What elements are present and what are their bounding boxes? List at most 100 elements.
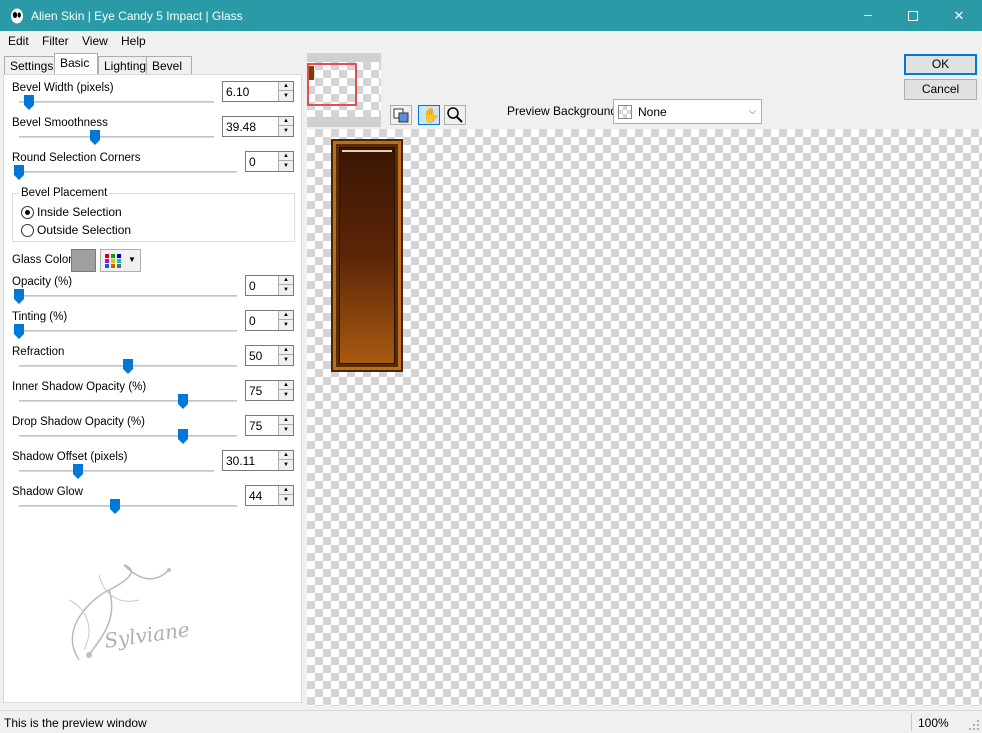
bevel-width-value[interactable]: 6.10 [226,85,249,99]
bevel-smoothness-label: Bevel Smoothness [12,117,108,129]
bevel-smoothness-spinbox[interactable]: 39.48 ▲ ▼ [222,116,294,137]
shadow-glow-track [19,505,237,507]
spin-down-icon[interactable]: ▼ [279,425,293,434]
opacity-slider-thumb[interactable] [14,289,24,304]
inner-shadow-opacity-value[interactable]: 75 [249,384,262,398]
color-picker-button[interactable]: ▼ [100,249,141,272]
bevel-placement-legend: Bevel Placement [19,187,110,199]
minimize-button[interactable]: ─ [845,0,891,31]
bevel-width-track [19,101,214,103]
zoom-tool-button[interactable] [444,105,466,125]
refraction-spinbox[interactable]: 50 ▲ ▼ [245,345,294,366]
tab-basic[interactable]: Basic [54,53,98,74]
bevel-width-slider-thumb[interactable] [23,95,34,110]
shadow-offset-value[interactable]: 30.11 [226,454,255,468]
tinting-spinbox[interactable]: 0 ▲ ▼ [245,310,294,331]
spin-up-icon[interactable]: ▲ [279,311,293,320]
shadow-glow-spinbox[interactable]: 44 ▲ ▼ [245,485,294,506]
round-corners-track [19,171,237,173]
tinting-slider-thumb[interactable] [14,324,24,339]
maximize-button[interactable] [890,0,936,31]
drop-shadow-opacity-value[interactable]: 75 [249,419,262,433]
split-preview-button[interactable] [390,105,412,125]
shadow-glow-slider-thumb[interactable] [109,499,120,514]
spin-down-icon[interactable]: ▼ [279,126,293,135]
spin-up-icon[interactable]: ▲ [279,451,293,460]
radio-checked-icon[interactable] [21,206,34,219]
opacity-label: Opacity (%) [12,276,73,288]
menu-view[interactable]: View [82,34,108,48]
spin-down-icon[interactable]: ▼ [279,355,293,364]
preview-glass-inner [339,147,395,364]
navigator-view-rect[interactable] [307,63,357,106]
shadow-offset-spinbox[interactable]: 30.11 ▲ ▼ [222,450,294,471]
radio-unchecked-icon[interactable] [21,224,34,237]
spin-down-icon[interactable]: ▼ [279,460,293,469]
bevel-width-label: Bevel Width (pixels) [12,82,114,94]
basic-settings-panel: Bevel Width (pixels) 6.10 ▲ ▼ Bevel Smoot… [3,74,302,703]
spin-up-icon[interactable]: ▲ [279,381,293,390]
spin-up-icon[interactable]: ▲ [279,346,293,355]
refraction-slider-thumb[interactable] [123,359,133,374]
navigator-thumbnail[interactable] [307,53,381,127]
spin-down-icon[interactable]: ▼ [279,285,293,294]
outside-selection-label[interactable]: Outside Selection [37,223,131,237]
preview-canvas[interactable] [307,129,982,706]
menu-edit[interactable]: Edit [8,34,29,48]
menu-filter[interactable]: Filter [42,34,69,48]
drop-shadow-opacity-slider-thumb[interactable] [177,429,188,444]
inner-shadow-opacity-track [19,400,237,402]
hand-tool-button[interactable]: ✋ [418,105,440,125]
resize-grip-icon[interactable] [968,719,980,731]
round-corners-slider-thumb[interactable] [14,165,24,180]
inside-selection-label[interactable]: Inside Selection [37,205,122,219]
close-icon: ✕ [953,7,965,23]
bevel-width-spinbox[interactable]: 6.10 ▲ ▼ [222,81,294,102]
tinting-value[interactable]: 0 [249,314,256,328]
color-grid-icon [105,254,121,268]
tab-bevel-profile[interactable]: Bevel Profile [146,56,193,87]
opacity-spinbox[interactable]: 0 ▲ ▼ [245,275,294,296]
spin-up-icon[interactable]: ▲ [279,416,293,425]
glass-color-swatch[interactable] [71,249,96,272]
tab-settings[interactable]: Settings [4,56,60,74]
ok-button[interactable]: OK [904,54,977,75]
opacity-value[interactable]: 0 [249,279,256,293]
title-bar: Alien Skin | Eye Candy 5 Impact | Glass … [0,0,982,31]
inner-shadow-opacity-slider-thumb[interactable] [177,394,188,409]
opacity-track [19,295,237,297]
refraction-value[interactable]: 50 [249,349,262,363]
drop-shadow-opacity-spinbox[interactable]: 75 ▲ ▼ [245,415,294,436]
bevel-smoothness-slider-thumb[interactable] [90,130,101,145]
shadow-offset-slider-thumb[interactable] [72,464,83,479]
preview-background-dropdown[interactable]: None ⌵ [613,99,762,124]
refraction-label: Refraction [12,346,65,358]
round-corners-value[interactable]: 0 [249,155,256,169]
spin-down-icon[interactable]: ▼ [279,495,293,504]
bevel-smoothness-track [19,136,214,138]
preview-background-value: None [638,105,667,119]
round-corners-spinbox[interactable]: 0 ▲ ▼ [245,151,294,172]
split-preview-icon [393,108,409,123]
chevron-down-icon: ⌵ [749,106,756,116]
spin-up-icon[interactable]: ▲ [279,117,293,126]
spin-up-icon[interactable]: ▲ [279,276,293,285]
bevel-smoothness-value[interactable]: 39.48 [226,120,256,134]
spin-down-icon[interactable]: ▼ [279,320,293,329]
spin-down-icon[interactable]: ▼ [279,91,293,100]
preview-glass-highlight [342,150,392,152]
inner-shadow-opacity-spinbox[interactable]: 75 ▲ ▼ [245,380,294,401]
spin-up-icon[interactable]: ▲ [279,486,293,495]
shadow-glow-value[interactable]: 44 [249,489,262,503]
spin-down-icon[interactable]: ▼ [279,161,293,170]
menu-help[interactable]: Help [121,34,146,48]
menu-bar: Edit Filter View Help [0,31,982,51]
zoom-icon [447,107,463,123]
spin-up-icon[interactable]: ▲ [279,152,293,161]
cancel-button[interactable]: Cancel [904,79,977,100]
close-button[interactable]: ✕ [936,0,982,31]
tab-lighting[interactable]: Lighting [98,56,153,74]
drop-shadow-opacity-label: Drop Shadow Opacity (%) [12,416,145,428]
spin-up-icon[interactable]: ▲ [279,82,293,91]
spin-down-icon[interactable]: ▼ [279,390,293,399]
